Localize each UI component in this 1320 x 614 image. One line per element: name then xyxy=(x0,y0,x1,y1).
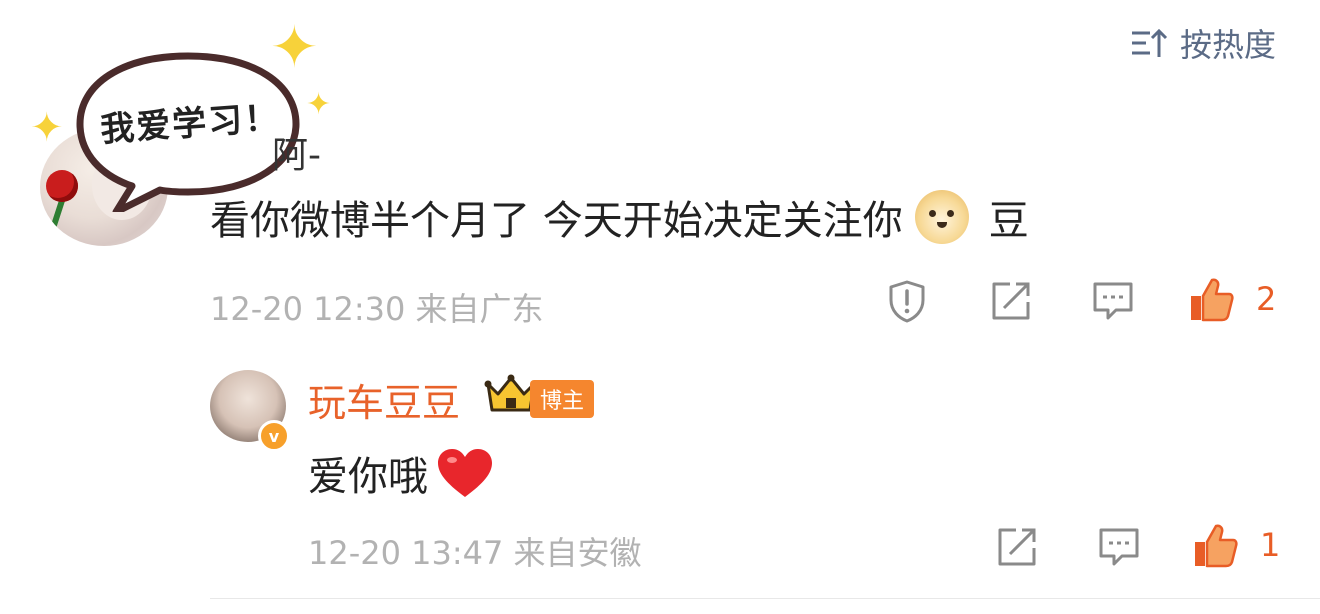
comment-text: 看你微博半个月了 今天开始决定关注你 xyxy=(210,198,903,244)
report-button[interactable] xyxy=(884,278,930,324)
reply-time: 12-20 13:47 xyxy=(308,534,504,572)
thumbs-up-icon xyxy=(1195,524,1238,568)
comment-content: 看你微博半个月了 今天开始决定关注你 豆 xyxy=(210,188,1029,246)
heart-emoji-icon xyxy=(438,449,492,497)
sort-label: 按热度 xyxy=(1179,26,1276,64)
reply-like-count: 1 xyxy=(1260,526,1281,564)
thumbs-up-icon xyxy=(1191,278,1234,322)
doge-emoji-icon xyxy=(914,190,969,244)
report-shield-icon xyxy=(889,280,925,323)
repost-button[interactable] xyxy=(988,278,1034,324)
reply-like-button[interactable]: 1 xyxy=(1192,522,1280,568)
comment-meta: 12-20 12:30 来自广东 xyxy=(210,284,544,330)
reply-button[interactable] xyxy=(1090,278,1136,324)
comment-icon xyxy=(1093,282,1133,320)
reply-content: 爱你哦 xyxy=(308,444,494,502)
sort-by-hot-button[interactable]: 按热度 xyxy=(1128,20,1276,66)
blogger-badge: 博主 xyxy=(530,380,595,418)
comment-time: 12-20 12:30 xyxy=(210,290,406,328)
share-edit-icon xyxy=(998,528,1036,566)
comment-location: 来自广东 xyxy=(415,290,544,328)
author-username[interactable]: 玩车豆豆 xyxy=(308,372,460,427)
divider xyxy=(210,598,1320,599)
verified-badge-icon: v xyxy=(258,420,290,452)
comment-text-suffix: 豆 xyxy=(988,198,1029,244)
reply-repost-button[interactable] xyxy=(994,524,1040,570)
reply-location: 来自安徽 xyxy=(513,534,642,572)
sparkle-star-icon: ✦ xyxy=(270,13,319,81)
sparkle-star-icon: ✦ xyxy=(306,87,332,122)
reply-meta: 12-20 13:47 来自安徽 xyxy=(308,528,642,574)
sort-icon xyxy=(1131,28,1168,57)
rose-stem xyxy=(48,197,66,235)
share-edit-icon xyxy=(992,282,1030,320)
like-count: 2 xyxy=(1256,280,1277,318)
commenter-username[interactable]: 阿- xyxy=(272,126,321,178)
reply-comment-button[interactable] xyxy=(1096,524,1142,570)
reply-text: 爱你哦 xyxy=(308,454,428,500)
sparkle-star-icon: ✦ xyxy=(30,105,64,151)
comment-icon xyxy=(1099,528,1139,566)
like-button[interactable]: 2 xyxy=(1188,276,1276,322)
